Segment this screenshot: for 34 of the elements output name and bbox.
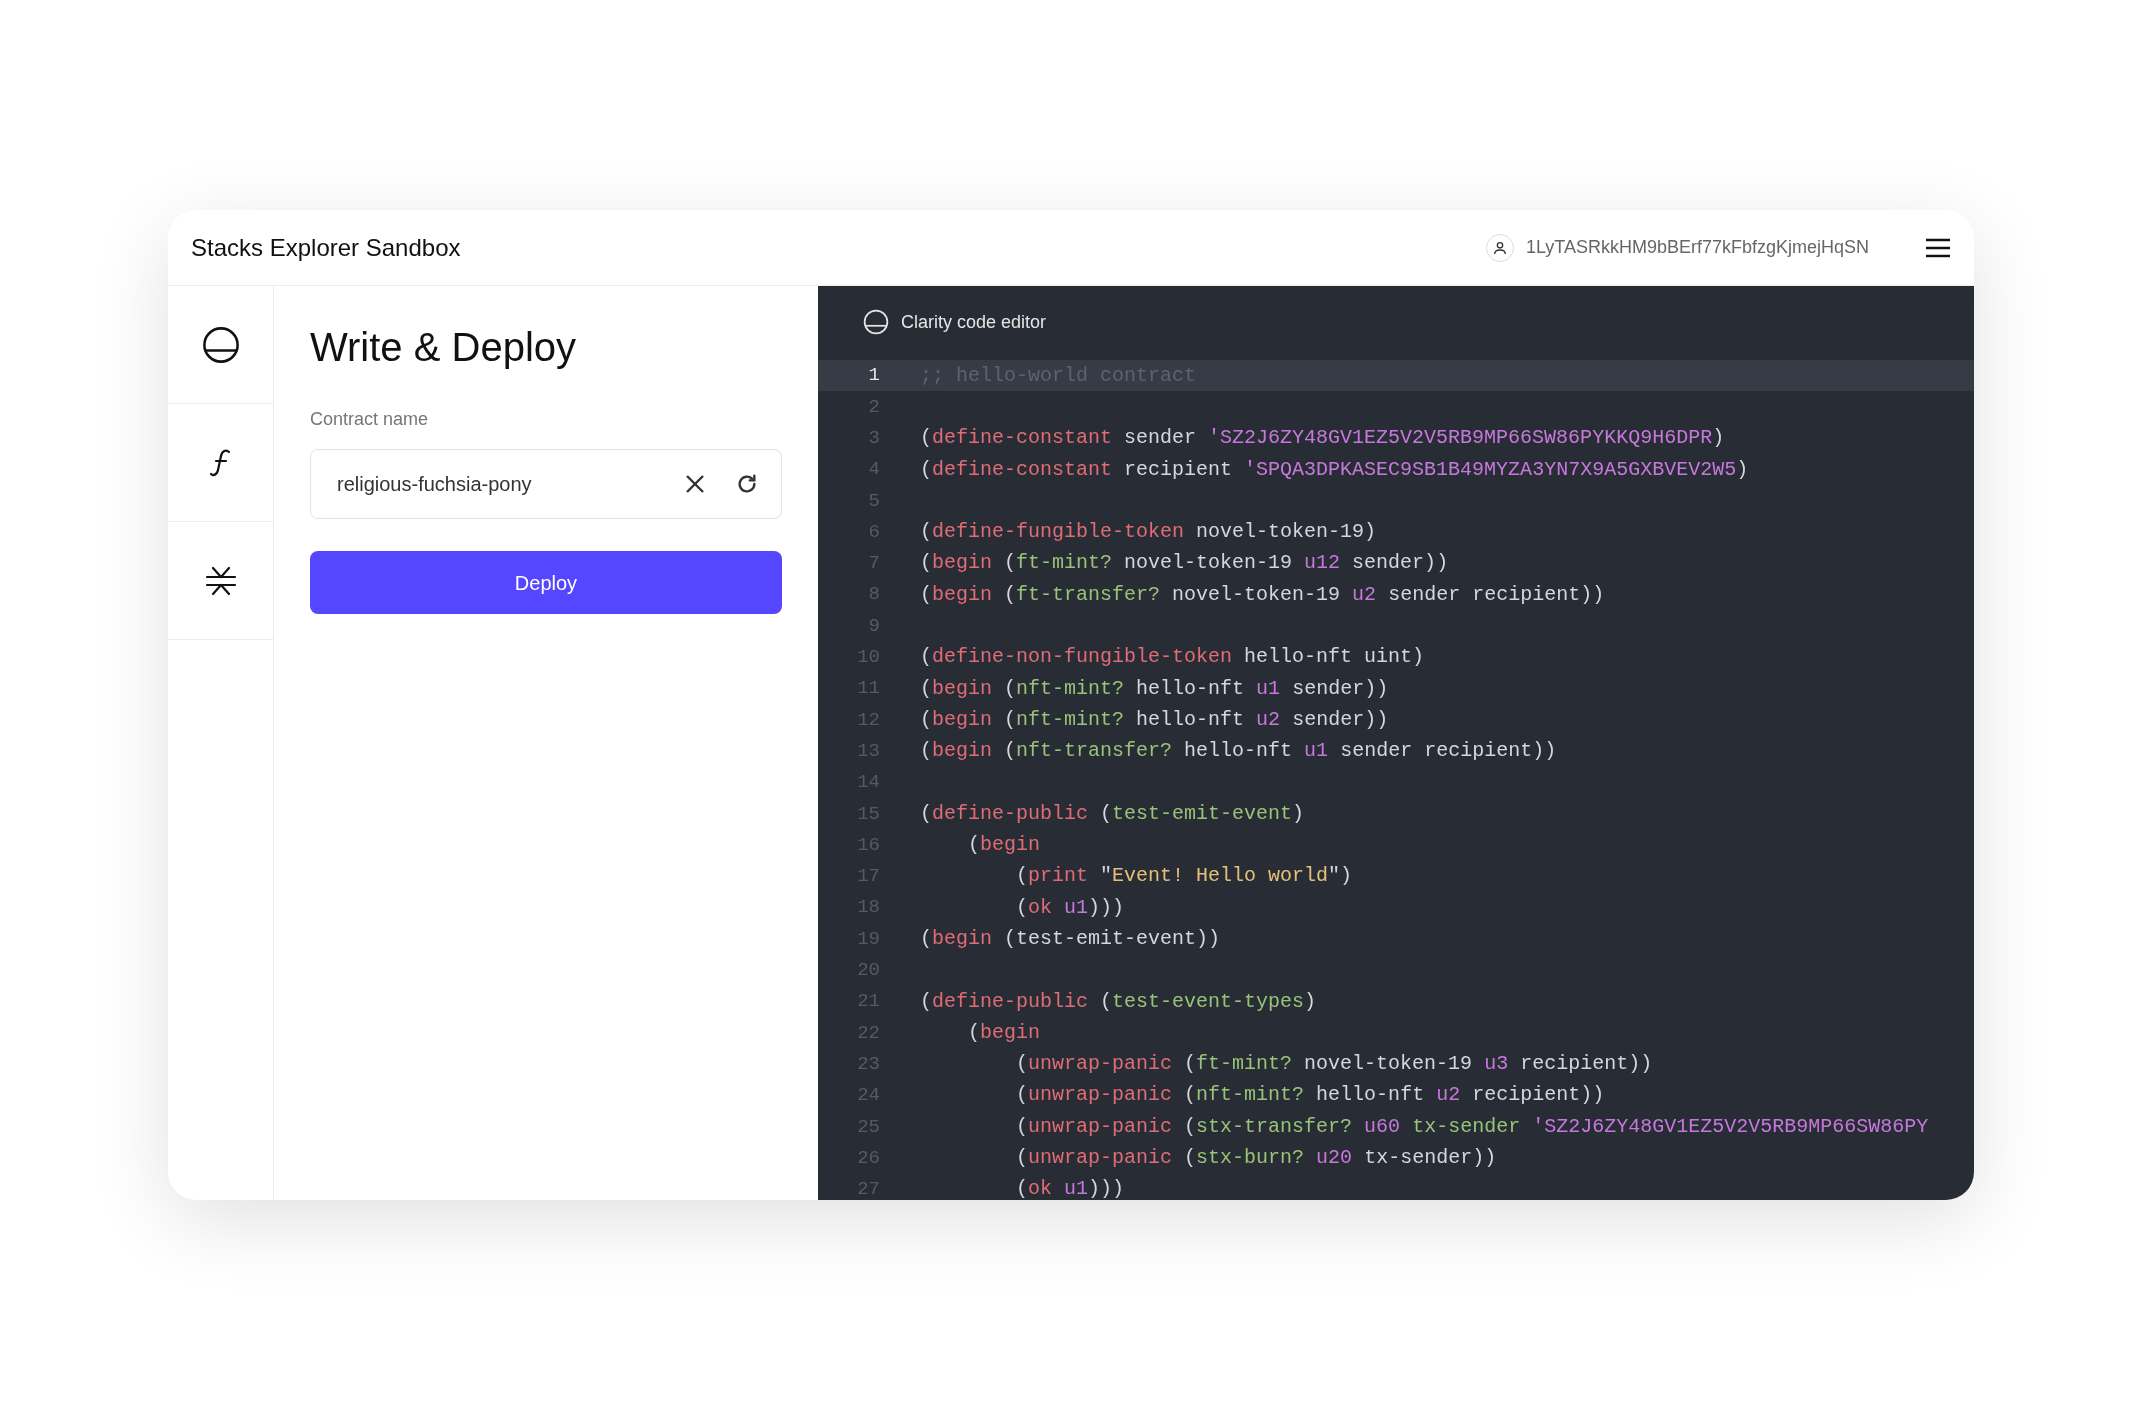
panel-title: Write & Deploy [310,324,577,371]
line-number: 1 [867,363,880,389]
code-line: (define-constant sender 'SZ2J6ZY48GV1EZ5V2V5RB9MP66SW86PYKKQ9H6DPR) [920,425,1725,452]
deploy-button[interactable]: Deploy [310,551,782,614]
editor-title: Clarity code editor [901,310,1047,334]
account-address[interactable]: 1LyTASRkkHM9bBErf77kFbfzgKjmejHqSN [1525,234,1869,261]
code-line: (unwrap-panic (stx-burn? u20 tx-sender)) [1015,1145,1497,1172]
window-title: Stacks Explorer Sandbox [191,232,461,263]
code-line: (begin (nft-mint? hello-nft u2 sender)) [920,706,1389,733]
contract-name-field[interactable]: religious-fuchsia-pony [310,449,782,519]
code-line: (define-non-fungible-token hello-nft uint) [920,644,1425,671]
field-label: Contract name [310,408,430,431]
code-line: (unwrap-panic (ft-mint? novel-token-19 u3 recipient)) [1015,1051,1653,1078]
menu-icon[interactable] [1925,237,1951,258]
code-line: (begin [967,832,1041,859]
code-line: (begin [967,1019,1041,1046]
code-line: (ok u1))) [1015,1176,1125,1200]
crossed-lines-icon [204,565,237,596]
code-line: (print "Event! Hello world") [1015,863,1353,890]
code-line: (define-public (test-emit-event) [920,800,1305,827]
code-line: (begin (ft-transfer? novel-token-19 u2 sender recipient)) [920,581,1605,608]
code-line: (begin (nft-mint? hello-nft u1 sender)) [920,675,1389,702]
code-line: (define-fungible-token novel-token-19) [920,519,1377,546]
code-line: (begin (test-emit-event)) [920,926,1221,952]
code-line: (begin (nft-transfer? hello-nft u1 sender recipient)) [920,738,1557,765]
close-icon[interactable] [684,473,706,495]
refresh-icon[interactable] [736,473,758,495]
code-line: (unwrap-panic (nft-mint? hello-nft u2 recipient)) [1015,1082,1605,1109]
function-icon [208,447,233,478]
code-line: (ok u1))) [1015,894,1125,921]
code-line: (unwrap-panic (stx-transfer? u60 tx-sender 'SZ2J6ZY48GV1EZ5V2V5RB9MP66SW86PY [1015,1113,1929,1140]
code-line: (define-constant recipient 'SPQA3DPKASEC9SB1B49MYZA3YN7X9A5GXBVEV2W5) [920,456,1749,483]
code-line: (begin (ft-mint? novel-token-19 u12 sender)) [920,550,1449,577]
code-line: (define-public (test-event-types) [920,988,1317,1015]
